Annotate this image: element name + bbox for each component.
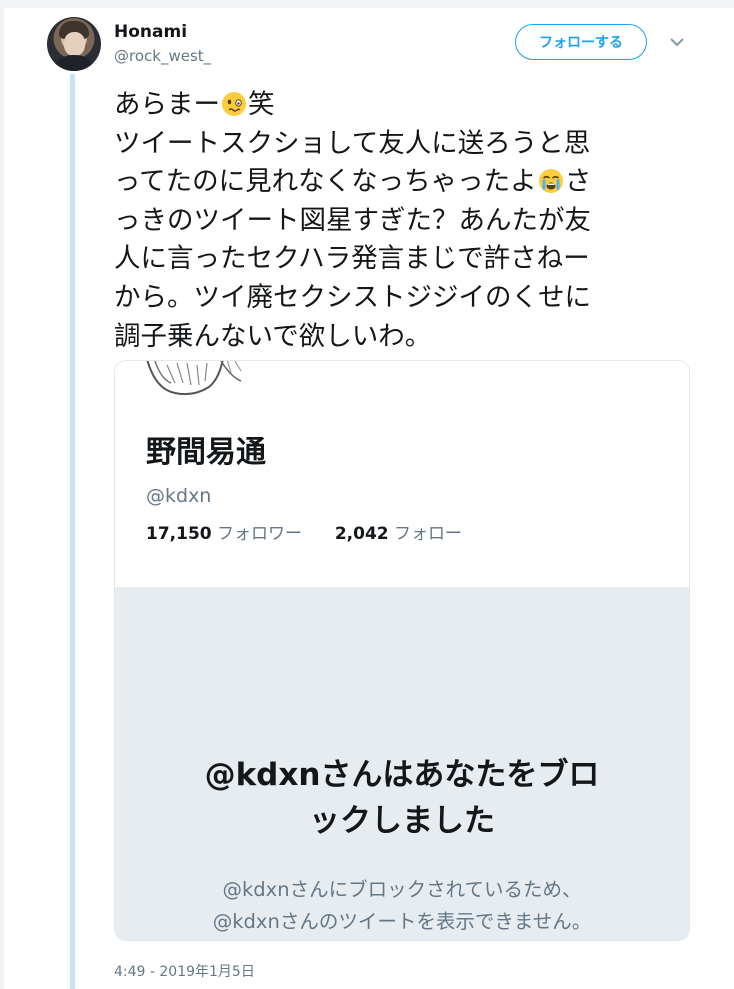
avatar-face: [64, 32, 85, 56]
tweet-timestamp[interactable]: 4:49 - 2019年1月5日: [114, 961, 255, 981]
quoted-profile-card[interactable]: 野間易通 @kdxn 17,150 フォロワー 2,042 フォロー @kdxn…: [114, 360, 690, 941]
card-profile-section: 野間易通 @kdxn 17,150 フォロワー 2,042 フォロー: [115, 361, 689, 587]
thread-line: [70, 74, 75, 989]
tweet-line-1-text: あらまー: [114, 89, 220, 120]
tweet-line-1: あらまー 笑: [114, 86, 714, 125]
tweet-line-3-suffix: さ: [564, 166, 592, 198]
following-label: フォロー: [394, 524, 463, 544]
followers-label: フォロワー: [217, 524, 303, 544]
tweet-line-1-suffix: 笑: [248, 89, 275, 120]
tweet-line-7: 調子乗んないで欲しいわ。: [114, 320, 432, 352]
chevron-down-icon[interactable]: [669, 36, 685, 48]
profile-header-art: [146, 361, 242, 396]
card-profile-handle[interactable]: @kdxn: [146, 485, 211, 507]
card-stats: 17,150 フォロワー 2,042 フォロー: [146, 519, 462, 544]
tweet-line-2: ツイートスクショして友人に送ろうと思: [114, 127, 591, 159]
woozy-face-emoji: [222, 92, 246, 116]
blocked-description: @kdxnさんにブロックされているため、 @kdxnさんのツイートを表示できませ…: [115, 874, 689, 938]
following-count: 2,042: [334, 524, 389, 544]
blocked-desc-line-2: @kdxnさんのツイートを表示できません。: [212, 910, 592, 933]
crying-face-emoji: [538, 169, 563, 194]
card-profile-name[interactable]: 野間易通: [146, 427, 266, 471]
top-strip: [0, 0, 734, 8]
tweet-line-3-text: ってたのに見れなくなっちゃったよ: [114, 166, 537, 198]
blocked-title-line-1: @kdxnさんはあなたをブロ: [204, 757, 600, 793]
tweet-line-3: ってたのに見れなくなっちゃったよ さ: [114, 163, 714, 202]
tweet-line-4: っきのツイート図星すぎた？あんたが友: [114, 204, 591, 236]
tweet-text: あらまー 笑 ツイートスクショして友人に送ろうと思 ってたのに見れなくなっちゃっ…: [114, 86, 714, 356]
author-avatar[interactable]: [47, 17, 101, 71]
tweet-line-6: から。ツイ廃セクシストジジイのくせに: [114, 281, 591, 313]
left-edge: [0, 8, 4, 989]
tweet-line-5: 人に言ったセクハラ発言まじで許さねー: [114, 243, 590, 275]
author-username[interactable]: @rock_west_: [114, 47, 211, 65]
blocked-notice: @kdxnさんはあなたをブロ ックしました @kdxnさんにブロックされているた…: [115, 587, 689, 940]
blocked-desc-line-1: @kdxnさんにブロックされているため、: [222, 878, 582, 901]
blocked-title: @kdxnさんはあなたをブロ ックしました: [115, 752, 689, 844]
avatar-suit: [52, 55, 96, 71]
author-display-name[interactable]: Honami: [114, 22, 187, 42]
follow-button[interactable]: フォローする: [515, 24, 647, 60]
blocked-title-line-2: ックしました: [309, 803, 495, 839]
followers-count: 17,150: [146, 524, 212, 544]
